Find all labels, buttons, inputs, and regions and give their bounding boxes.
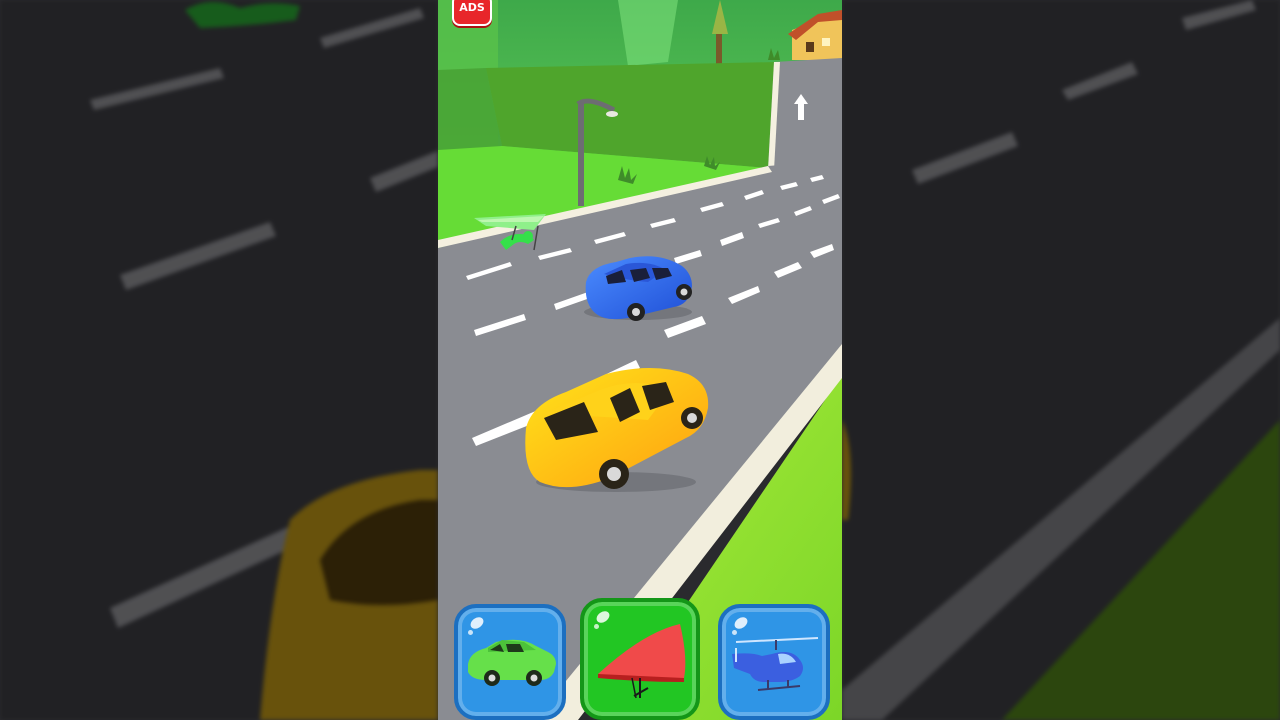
green-car-icon [468, 639, 556, 686]
select-helicopter-button[interactable] [718, 604, 830, 720]
vehicle-selector [438, 598, 842, 720]
no-ads-label: ADS [459, 1, 485, 14]
hang-glider-icon [598, 624, 686, 699]
game-viewport[interactable]: ADS [438, 0, 842, 720]
up-arrow-icon [794, 94, 808, 120]
select-hang-glider-button[interactable] [580, 598, 700, 720]
select-car-button[interactable] [454, 604, 566, 720]
helicopter-icon [732, 637, 819, 691]
background-right-blur [842, 0, 1280, 720]
remove-ads-button[interactable]: ADS [452, 0, 492, 26]
background-left-blur [0, 0, 438, 720]
